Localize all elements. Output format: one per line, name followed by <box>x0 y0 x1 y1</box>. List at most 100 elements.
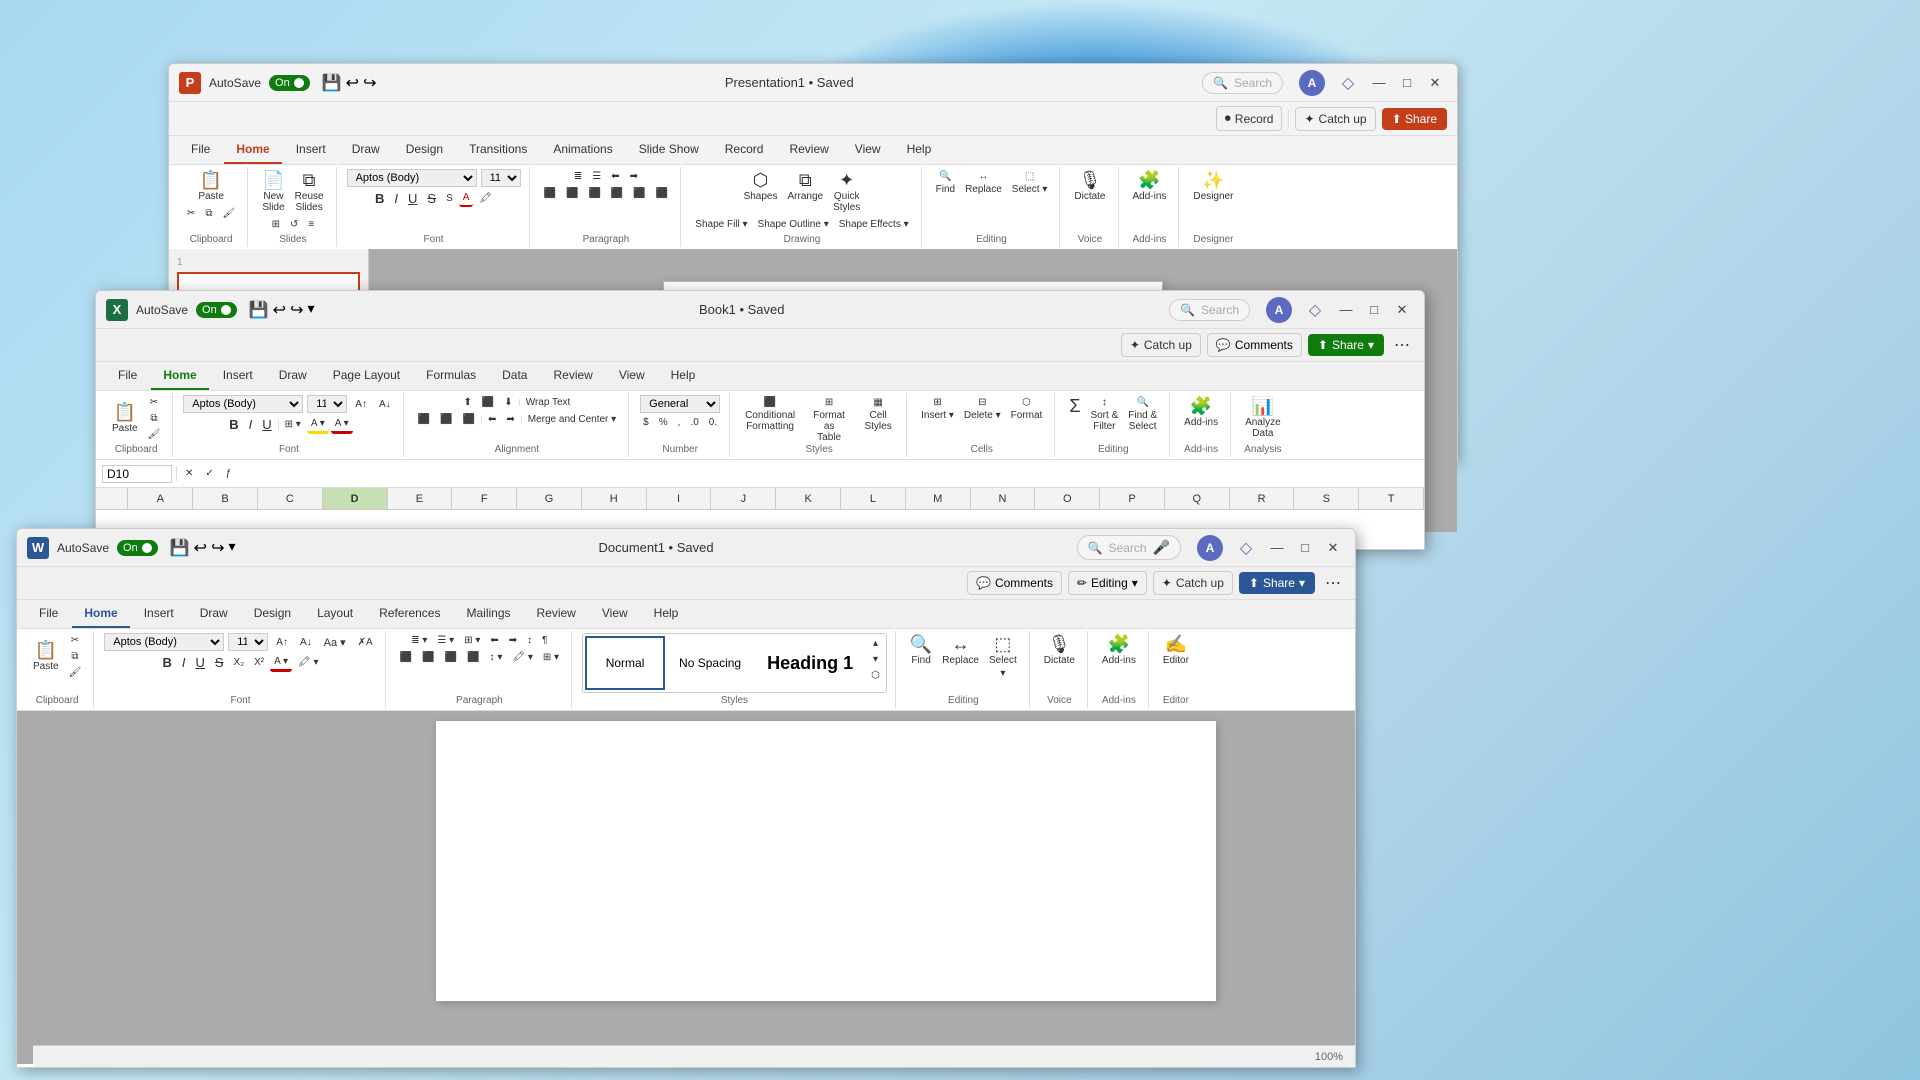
ppt-select-btn[interactable]: ⬚ Select ▾ <box>1008 169 1052 197</box>
word-multi-list-btn[interactable]: ⊞ ▾ <box>460 633 484 648</box>
ppt-designer-btn[interactable]: ✨ Designer <box>1189 169 1237 204</box>
word-redo-icon[interactable]: ↪ <box>211 538 224 558</box>
excel-align-middle-btn[interactable]: ⬛ <box>478 395 498 410</box>
ppt-tab-file[interactable]: File <box>179 136 222 164</box>
word-italic-btn[interactable]: I <box>178 653 190 672</box>
ppt-share-btn[interactable]: ⬆ Share <box>1382 108 1447 130</box>
ppt-numbering-btn[interactable]: ☰ <box>588 169 605 184</box>
word-underline-btn[interactable]: U <box>191 653 208 672</box>
ppt-highlight-btn[interactable]: 🖍 <box>475 191 496 206</box>
word-editing-btn[interactable]: ✏ Editing ▾ <box>1068 571 1147 595</box>
excel-formula-insert-btn[interactable]: ƒ <box>222 466 236 481</box>
word-tab-file[interactable]: File <box>27 600 70 628</box>
excel-minimize-btn[interactable]: — <box>1334 298 1358 322</box>
word-mic-icon[interactable]: 🎤 <box>1153 539 1170 556</box>
excel-col-header-h[interactable]: H <box>582 488 647 509</box>
word-undo-icon[interactable]: ↩ <box>194 538 207 558</box>
word-clear-format-btn[interactable]: ✗A <box>354 635 377 650</box>
ppt-quick-styles-btn[interactable]: ✦ QuickStyles <box>829 169 864 215</box>
excel-tab-home[interactable]: Home <box>151 362 208 390</box>
word-font-increase-btn[interactable]: A↑ <box>272 635 292 650</box>
word-tab-review[interactable]: Review <box>525 600 588 628</box>
word-font-size-select[interactable]: 11 <box>228 633 268 651</box>
excel-col-header-g[interactable]: G <box>517 488 582 509</box>
word-editor-btn[interactable]: ✍ Editor <box>1159 633 1193 668</box>
excel-formula-cancel-btn[interactable]: ✕ <box>181 466 197 481</box>
excel-copy-btn[interactable]: ⧉ <box>144 411 165 426</box>
excel-font-size-select[interactable]: 11 <box>307 395 347 413</box>
word-share-btn[interactable]: ⬆ Share ▾ <box>1239 572 1315 594</box>
excel-save-icon[interactable]: 💾 <box>249 300 269 320</box>
word-tab-insert[interactable]: Insert <box>132 600 186 628</box>
excel-font-increase-btn[interactable]: A↑ <box>351 397 371 412</box>
word-style-normal[interactable]: Normal <box>585 636 665 690</box>
excel-col-header-l[interactable]: L <box>841 488 906 509</box>
word-tab-design[interactable]: Design <box>242 600 303 628</box>
ppt-avatar[interactable]: A <box>1299 70 1325 96</box>
excel-font-color-btn[interactable]: A ▾ <box>331 416 353 434</box>
excel-maximize-btn[interactable]: □ <box>1362 298 1386 322</box>
ppt-italic-btn[interactable]: I <box>390 189 402 208</box>
excel-tab-file[interactable]: File <box>106 362 149 390</box>
excel-cell-styles-btn[interactable]: ▦ CellStyles <box>858 395 898 421</box>
ppt-copy-btn[interactable]: ⧉ <box>201 206 216 221</box>
excel-tab-help[interactable]: Help <box>659 362 708 390</box>
excel-col-header-f[interactable]: F <box>452 488 517 509</box>
word-shading-btn[interactable]: 🖍 ▾ <box>508 650 537 665</box>
ppt-tab-slideshow[interactable]: Slide Show <box>627 136 711 164</box>
word-paste-btn[interactable]: 📋 Paste <box>29 639 63 674</box>
excel-col-header-j[interactable]: J <box>711 488 776 509</box>
word-dictate-btn[interactable]: 🎙 Dictate <box>1040 633 1079 668</box>
word-align-center-btn[interactable]: ⬛ <box>418 650 438 665</box>
word-copilot-icon[interactable]: ◇ <box>1235 537 1257 559</box>
excel-align-left-btn[interactable]: ⬛ <box>414 412 434 427</box>
word-styles-scroll-down-btn[interactable]: ▾ <box>867 652 884 667</box>
word-styles-scroll-up-btn[interactable]: ▴ <box>867 636 884 651</box>
excel-find-select-btn[interactable]: 🔍 Find &Select <box>1124 395 1161 434</box>
excel-analyze-data-btn[interactable]: 📊 AnalyzeData <box>1241 395 1285 441</box>
ppt-tab-home[interactable]: Home <box>224 136 281 164</box>
word-find-btn[interactable]: 🔍 Find <box>906 633 936 681</box>
word-indent-increase-btn[interactable]: ➡ <box>505 633 521 648</box>
excel-cell-ref-input[interactable] <box>102 465 172 483</box>
ppt-copilot-icon[interactable]: ◇ <box>1337 72 1359 94</box>
excel-decrease-decimal-btn[interactable]: 0. <box>705 415 721 430</box>
ppt-strikethrough-btn[interactable]: S <box>423 189 440 208</box>
excel-tab-formulas[interactable]: Formulas <box>414 362 488 390</box>
word-page[interactable] <box>436 721 1216 1001</box>
word-border-btn[interactable]: ⊞ ▾ <box>539 650 563 665</box>
ppt-addins-btn[interactable]: 🧩 Add-ins <box>1129 169 1171 204</box>
excel-tab-review[interactable]: Review <box>541 362 604 390</box>
ppt-tab-help[interactable]: Help <box>895 136 944 164</box>
word-tab-layout[interactable]: Layout <box>305 600 365 628</box>
ppt-indent-increase-btn[interactable]: ➡ <box>626 169 642 184</box>
excel-bold-btn[interactable]: B <box>225 415 242 434</box>
excel-autosum-btn[interactable]: Σ <box>1065 395 1084 434</box>
excel-tab-data[interactable]: Data <box>490 362 539 390</box>
excel-col-header-e[interactable]: E <box>388 488 453 509</box>
excel-tab-draw[interactable]: Draw <box>267 362 319 390</box>
ppt-shapes-btn[interactable]: ⬡ Shapes <box>740 169 782 215</box>
ppt-tab-design[interactable]: Design <box>394 136 455 164</box>
excel-increase-decimal-btn[interactable]: .0 <box>686 415 702 430</box>
word-minimize-btn[interactable]: — <box>1265 536 1289 560</box>
word-strikethrough-btn[interactable]: S <box>211 653 228 672</box>
word-highlight-btn[interactable]: 🖍 ▾ <box>294 655 323 670</box>
ppt-arrange-btn[interactable]: ⧉ Arrange <box>784 169 828 215</box>
ppt-find-btn[interactable]: 🔍 Find <box>932 169 959 197</box>
excel-insert-btn[interactable]: ⊞ Insert ▾ <box>917 395 958 423</box>
excel-col-header-t[interactable]: T <box>1359 488 1424 509</box>
excel-paste-btn[interactable]: 📋 Paste <box>108 401 142 436</box>
ppt-font-size-select[interactable]: 11 <box>481 169 521 187</box>
excel-more-btn[interactable]: ⋯ <box>1390 333 1414 357</box>
ppt-tab-draw[interactable]: Draw <box>340 136 392 164</box>
word-select-btn[interactable]: ⬚ Select ▾ <box>985 633 1021 681</box>
excel-conditional-formatting-btn[interactable]: ⬛ ConditionalFormatting <box>740 395 800 421</box>
excel-format-as-table-btn[interactable]: ⊞ Format asTable <box>804 395 854 421</box>
excel-col-header-o[interactable]: O <box>1035 488 1100 509</box>
word-subscript-btn[interactable]: X₂ <box>230 655 249 670</box>
excel-align-center-btn[interactable]: ⬛ <box>436 412 456 427</box>
ppt-paste-btn[interactable]: 📋 Paste <box>194 169 228 204</box>
excel-font-family-select[interactable]: Aptos (Body) <box>183 395 303 413</box>
word-sort-btn[interactable]: ↕ <box>523 633 536 648</box>
